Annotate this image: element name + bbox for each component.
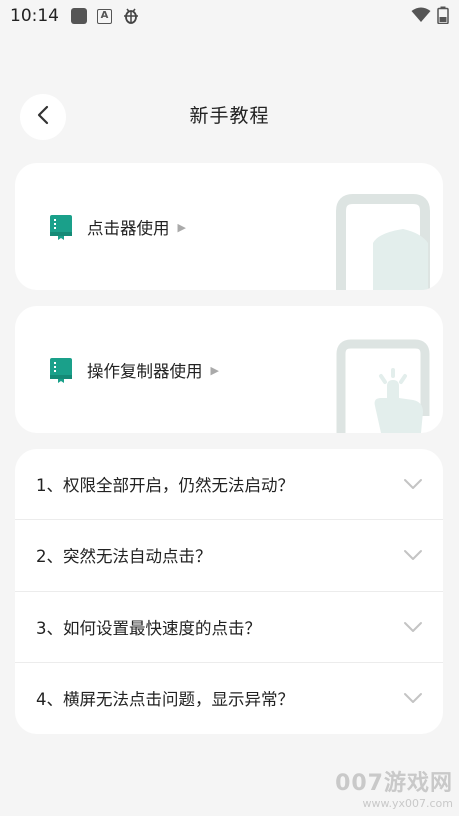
chevron-down-icon xyxy=(403,549,423,561)
faq-question: 2、突然无法自动点击？ xyxy=(36,547,212,567)
faq-item[interactable]: 3、如何设置最快速度的点击？ xyxy=(15,592,443,663)
faq-item[interactable]: 2、突然无法自动点击？ xyxy=(15,520,443,592)
play-triangle-icon: ▶ xyxy=(210,363,219,377)
chevron-down-icon xyxy=(403,478,423,490)
book-icon xyxy=(49,357,73,383)
page-title: 新手教程 xyxy=(189,105,270,127)
tutorial-card-copier[interactable]: 操作复制器使用 ▶ xyxy=(15,306,443,433)
tutorial-card-clicker[interactable]: 点击器使用 ▶ xyxy=(15,163,443,290)
faq-item[interactable]: 1、权限全部开启，仍然无法启动？ xyxy=(15,449,443,521)
watermark: 007游戏网 www.yx007.com xyxy=(335,765,453,810)
chevron-down-icon xyxy=(403,621,423,633)
card-label-row: 点击器使用 ▶ xyxy=(49,214,186,240)
card-title: 点击器使用 xyxy=(87,219,170,238)
status-time: 10:14 xyxy=(10,6,59,26)
status-right xyxy=(411,6,449,29)
faq-item[interactable]: 4、横屏无法点击问题，显示异常？ xyxy=(15,663,443,734)
watermark-title: 007游戏网 xyxy=(335,771,453,796)
book-icon xyxy=(49,214,73,240)
play-triangle-icon: ▶ xyxy=(177,220,186,234)
chevron-down-icon xyxy=(403,692,423,704)
status-bar: 10:14 A xyxy=(0,0,459,32)
battery-icon xyxy=(437,6,449,29)
faq-question: 4、横屏无法点击问题，显示异常？ xyxy=(36,690,294,710)
font-a-icon: A xyxy=(97,8,112,24)
faq-question: 3、如何设置最快速度的点击？ xyxy=(36,618,261,638)
tablet-shield-art xyxy=(303,163,443,290)
watermark-url: www.yx007.com xyxy=(362,797,453,810)
faq-question: 1、权限全部开启，仍然无法启动？ xyxy=(36,476,294,496)
tablet-finger-tap-art xyxy=(303,306,443,433)
card-title: 操作复制器使用 xyxy=(87,362,203,381)
faq-list: 1、权限全部开启，仍然无法启动？ 2、突然无法自动点击？ 3、如何设置最快速度的… xyxy=(15,449,443,734)
bug-icon xyxy=(122,7,140,25)
app-square-icon xyxy=(71,8,87,24)
card-label-row: 操作复制器使用 ▶ xyxy=(49,357,219,383)
wifi-icon xyxy=(411,7,431,28)
